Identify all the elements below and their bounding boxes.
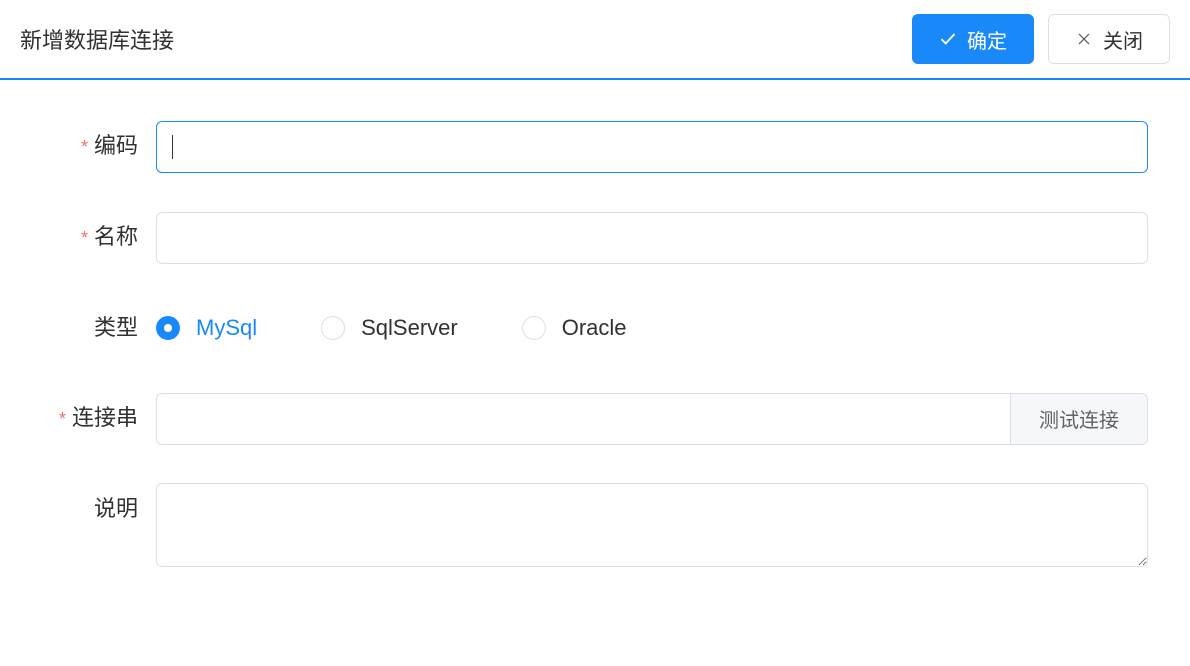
code-label: *编码	[20, 120, 156, 173]
connection-label: *连接串	[20, 392, 156, 445]
required-mark: *	[59, 409, 66, 429]
radio-mysql[interactable]: MySql	[156, 315, 257, 341]
type-label: 类型	[20, 302, 156, 354]
name-label: *名称	[20, 211, 156, 264]
confirm-button[interactable]: 确定	[912, 14, 1034, 64]
dialog-title: 新增数据库连接	[20, 23, 174, 55]
header-actions: 确定 关闭	[912, 14, 1170, 64]
confirm-button-label: 确定	[967, 25, 1007, 54]
text-caret	[172, 135, 173, 159]
radio-sqlserver[interactable]: SqlServer	[321, 315, 458, 341]
radio-label: MySql	[196, 315, 257, 341]
description-label: 说明	[20, 483, 156, 535]
required-mark: *	[81, 228, 88, 248]
dialog-header: 新增数据库连接 确定 关闭	[0, 0, 1190, 80]
form-row-description: 说明	[20, 483, 1148, 572]
close-icon	[1075, 30, 1093, 48]
close-button-label: 关闭	[1103, 25, 1143, 54]
name-input[interactable]	[156, 212, 1148, 264]
required-mark: *	[81, 137, 88, 157]
form-row-type: 类型 MySql SqlServer Oracle	[20, 302, 1148, 354]
check-icon	[939, 30, 957, 48]
type-radio-group: MySql SqlServer Oracle	[156, 302, 1148, 354]
close-button[interactable]: 关闭	[1048, 14, 1170, 64]
form-row-code: *编码	[20, 120, 1148, 173]
radio-circle-icon	[321, 316, 345, 340]
radio-label: Oracle	[562, 315, 627, 341]
form-row-name: *名称	[20, 211, 1148, 264]
radio-oracle[interactable]: Oracle	[522, 315, 627, 341]
description-textarea[interactable]	[156, 483, 1148, 567]
radio-circle-icon	[156, 316, 180, 340]
form: *编码 *名称 类型 MySql	[0, 80, 1190, 572]
radio-label: SqlServer	[361, 315, 458, 341]
radio-circle-icon	[522, 316, 546, 340]
test-connection-button[interactable]: 测试连接	[1010, 393, 1148, 445]
form-row-connection: *连接串 测试连接	[20, 392, 1148, 445]
code-input[interactable]	[156, 121, 1148, 173]
connection-input[interactable]	[156, 393, 1010, 445]
